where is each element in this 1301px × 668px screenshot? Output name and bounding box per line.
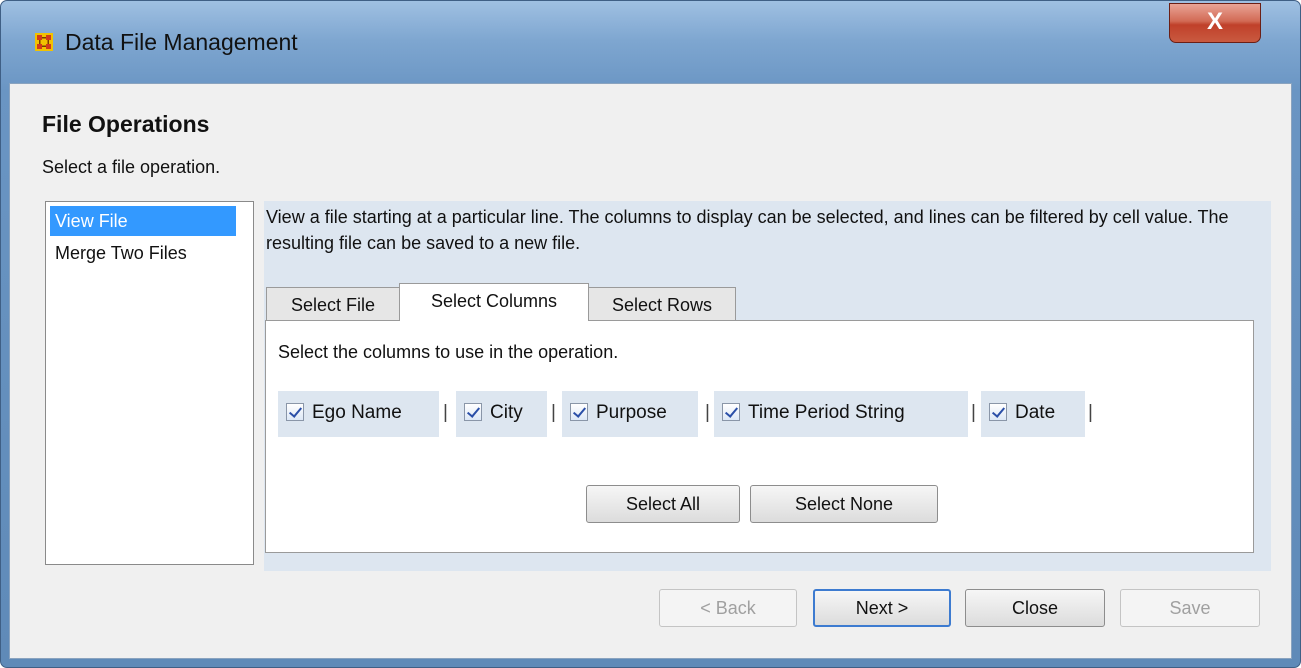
column-label: Ego Name bbox=[312, 402, 402, 423]
select-all-button[interactable]: Select All bbox=[586, 485, 740, 523]
save-button[interactable]: Save bbox=[1120, 589, 1260, 627]
close-button[interactable]: Close bbox=[965, 589, 1105, 627]
tab-label: Select File bbox=[290, 295, 376, 315]
column-checkbox-purpose[interactable]: Purpose bbox=[562, 391, 698, 437]
columns-instruction: Select the columns to use in the operati… bbox=[278, 342, 619, 362]
next-button[interactable]: Next > bbox=[813, 589, 951, 627]
dialog-content: File Operations Select a file operation.… bbox=[9, 83, 1292, 659]
column-separator: | bbox=[551, 402, 556, 423]
page-subtitle: Select a file operation. bbox=[42, 157, 221, 177]
checkbox-checked-icon[interactable] bbox=[722, 403, 740, 421]
operation-item-view-file[interactable]: View File bbox=[50, 206, 236, 236]
panel-bottom-strip bbox=[264, 564, 1271, 571]
column-label: Purpose bbox=[596, 402, 667, 423]
operation-description: View a file starting at a particular lin… bbox=[266, 207, 1229, 253]
tab-select-rows[interactable]: Select Rows bbox=[588, 287, 736, 321]
column-separator: | bbox=[971, 402, 976, 423]
column-label: City bbox=[490, 402, 523, 423]
tab-label: Select Columns bbox=[430, 291, 558, 311]
tab-select-file[interactable]: Select File bbox=[266, 287, 400, 321]
operation-panel: View a file starting at a particular lin… bbox=[264, 201, 1271, 564]
window-title: Data File Management bbox=[65, 29, 298, 55]
select-none-button[interactable]: Select None bbox=[750, 485, 938, 523]
column-label: Time Period String bbox=[748, 402, 905, 423]
tab-content-select-columns: Select the columns to use in the operati… bbox=[265, 320, 1254, 553]
checkbox-checked-icon[interactable] bbox=[464, 403, 482, 421]
dialog-window: Data File Management X File Operations S… bbox=[0, 0, 1301, 668]
column-separator: | bbox=[1088, 402, 1093, 423]
column-checkbox-city[interactable]: City bbox=[456, 391, 547, 437]
close-icon: X bbox=[1206, 8, 1223, 35]
back-button[interactable]: < Back bbox=[659, 589, 797, 627]
operation-item-label: View File bbox=[55, 211, 128, 231]
operation-item-merge-two-files[interactable]: Merge Two Files bbox=[50, 238, 192, 268]
tab-label: Select Rows bbox=[611, 295, 713, 315]
window-close-button[interactable]: X bbox=[1169, 3, 1261, 43]
column-separator: | bbox=[705, 402, 710, 423]
column-checkbox-time-period-string[interactable]: Time Period String bbox=[714, 391, 968, 437]
title-bar[interactable]: Data File Management X bbox=[1, 1, 1300, 83]
operation-item-label: Merge Two Files bbox=[55, 243, 187, 263]
column-checkbox-ego-name[interactable]: Ego Name bbox=[278, 391, 439, 437]
column-checkbox-date[interactable]: Date bbox=[981, 391, 1085, 437]
checkbox-checked-icon[interactable] bbox=[570, 403, 588, 421]
column-label: Date bbox=[1015, 402, 1056, 423]
app-grid-icon bbox=[35, 33, 53, 51]
checkbox-checked-icon[interactable] bbox=[989, 403, 1007, 421]
column-separator: | bbox=[443, 402, 448, 423]
operation-list[interactable]: View File Merge Two Files bbox=[45, 201, 254, 565]
tab-select-columns[interactable]: Select Columns bbox=[399, 283, 589, 321]
checkbox-checked-icon[interactable] bbox=[286, 403, 304, 421]
page-title: File Operations bbox=[42, 111, 210, 137]
